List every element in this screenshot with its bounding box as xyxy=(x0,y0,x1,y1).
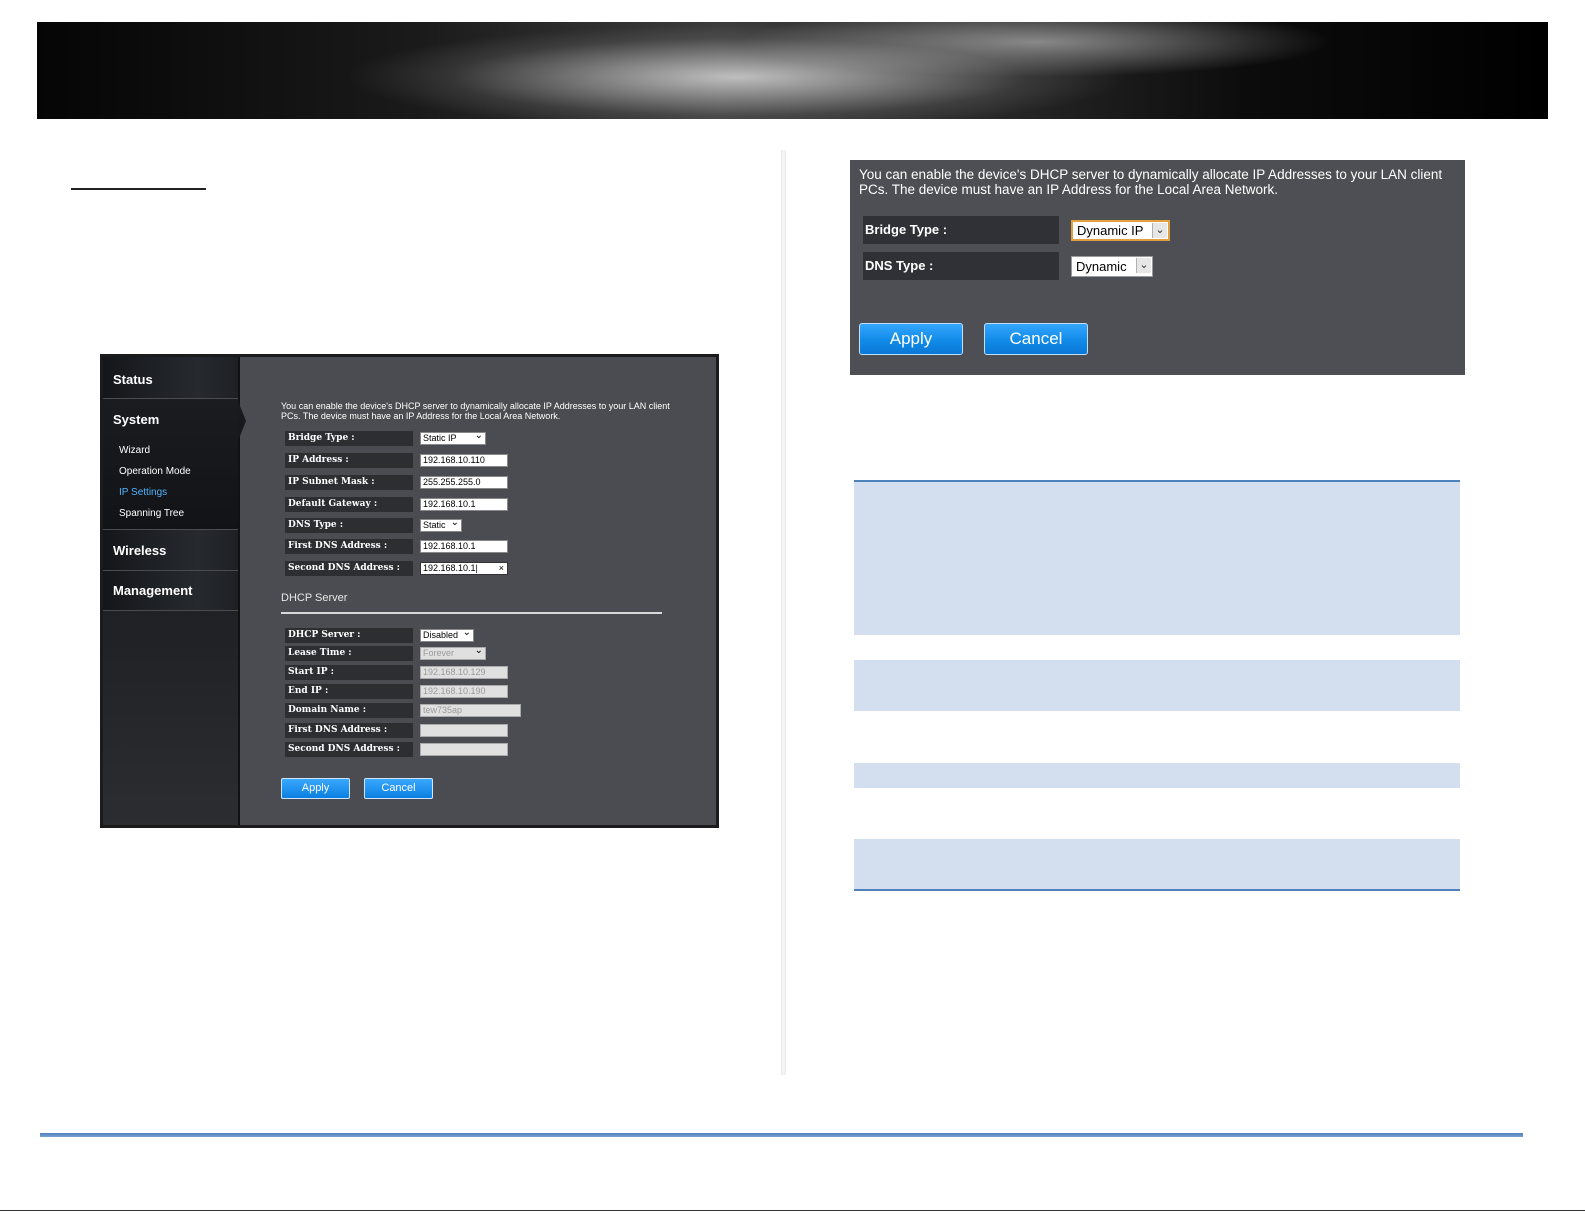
domain-name-input[interactable]: tew735ap xyxy=(420,704,521,717)
field-label: DHCP Server : xyxy=(285,628,413,643)
apply-button[interactable]: Apply xyxy=(281,778,350,799)
cancel-button[interactable]: Cancel xyxy=(364,778,433,799)
chevron-down-icon: ⌄ xyxy=(1136,258,1151,273)
description-text: You can enable the device's DHCP server … xyxy=(859,167,1443,197)
field-label: Second DNS Address : xyxy=(285,742,413,757)
field-label: Bridge Type : xyxy=(863,216,1059,244)
section-heading-underline xyxy=(71,188,206,190)
field-label: First DNS Address : xyxy=(285,723,413,738)
dhcp-second-dns-input[interactable] xyxy=(420,743,508,756)
nav-system[interactable]: System Wizard Operation Mode IP Settings… xyxy=(103,399,238,530)
field-label: DNS Type : xyxy=(285,518,413,533)
header-banner xyxy=(37,22,1548,119)
field-label: Second DNS Address : xyxy=(285,561,413,576)
apply-button[interactable]: Apply xyxy=(859,323,963,355)
close-icon[interactable]: × xyxy=(499,563,504,574)
table-row xyxy=(854,482,1460,635)
table-bottom-rule xyxy=(854,889,1460,891)
table-row xyxy=(854,839,1460,889)
nav-wireless-label: Wireless xyxy=(113,543,167,558)
start-ip-input[interactable]: 192.168.10.129 xyxy=(420,666,508,679)
dns-type-select[interactable]: Dynamic ⌄ xyxy=(1071,256,1153,277)
field-label: IP Address : xyxy=(285,453,413,468)
ip-address-input[interactable]: 192.168.10.110 xyxy=(420,454,508,467)
dhcp-first-dns-input[interactable] xyxy=(420,724,508,737)
default-gateway-input[interactable]: 192.168.10.1 xyxy=(420,498,508,511)
dynamic-ip-screenshot: You can enable the device's DHCP server … xyxy=(850,160,1465,375)
field-label: Lease Time : xyxy=(285,646,413,661)
field-label: Bridge Type : xyxy=(285,431,413,446)
sidebar: Status System Wizard Operation Mode IP S… xyxy=(103,357,240,825)
dns-type-select[interactable]: Static xyxy=(420,519,462,532)
nav-item-ip-settings[interactable]: IP Settings xyxy=(119,487,167,498)
dhcp-server-select[interactable]: Disabled xyxy=(420,629,474,642)
bridge-type-select[interactable]: Static IP xyxy=(420,432,486,445)
footer-rule xyxy=(40,1133,1523,1137)
field-label: Start IP : xyxy=(285,665,413,680)
nav-system-label: System xyxy=(113,412,160,427)
description-text: You can enable the device's DHCP server … xyxy=(281,401,670,421)
table-row xyxy=(854,660,1460,711)
nav-management[interactable]: Management xyxy=(103,571,238,611)
field-label: Domain Name : xyxy=(285,703,413,718)
ip-settings-screenshot: Status System Wizard Operation Mode IP S… xyxy=(100,354,719,828)
nav-item-operation-mode[interactable]: Operation Mode xyxy=(119,466,191,477)
subnet-mask-input[interactable]: 255.255.255.0 xyxy=(420,476,508,489)
table-row xyxy=(854,763,1460,788)
first-dns-input[interactable]: 192.168.10.1 xyxy=(420,540,508,553)
bridge-type-select[interactable]: Dynamic IP ⌄ xyxy=(1071,220,1170,241)
nav-status-label: Status xyxy=(113,372,153,387)
nav-item-wizard[interactable]: Wizard xyxy=(119,445,150,456)
nav-item-spanning-tree[interactable]: Spanning Tree xyxy=(119,508,184,519)
dns-type-value: Dynamic xyxy=(1076,259,1127,274)
second-dns-input[interactable]: 192.168.10.1| × xyxy=(420,562,508,575)
nav-status[interactable]: Status xyxy=(103,357,238,399)
field-label: First DNS Address : xyxy=(285,539,413,554)
field-label: IP Subnet Mask : xyxy=(285,475,413,490)
field-label: DNS Type : xyxy=(863,252,1059,280)
ip-settings-content: You can enable the device's DHCP server … xyxy=(241,357,716,825)
lease-time-select[interactable]: Forever xyxy=(420,647,486,660)
field-label: Default Gateway : xyxy=(285,497,413,512)
dhcp-section-heading: DHCP Server xyxy=(281,592,348,604)
end-ip-input[interactable]: 192.168.10.190 xyxy=(420,685,508,698)
nav-wireless[interactable]: Wireless xyxy=(103,530,238,571)
chevron-down-icon: ⌄ xyxy=(1152,223,1167,238)
field-label: End IP : xyxy=(285,684,413,699)
column-divider xyxy=(781,150,786,1075)
page-bottom-edge xyxy=(0,1210,1585,1211)
second-dns-value: 192.168.10.1| xyxy=(423,563,478,573)
cancel-button[interactable]: Cancel xyxy=(984,323,1088,355)
bridge-type-value: Dynamic IP xyxy=(1077,223,1144,238)
dhcp-divider xyxy=(281,612,662,614)
nav-management-label: Management xyxy=(113,583,193,598)
